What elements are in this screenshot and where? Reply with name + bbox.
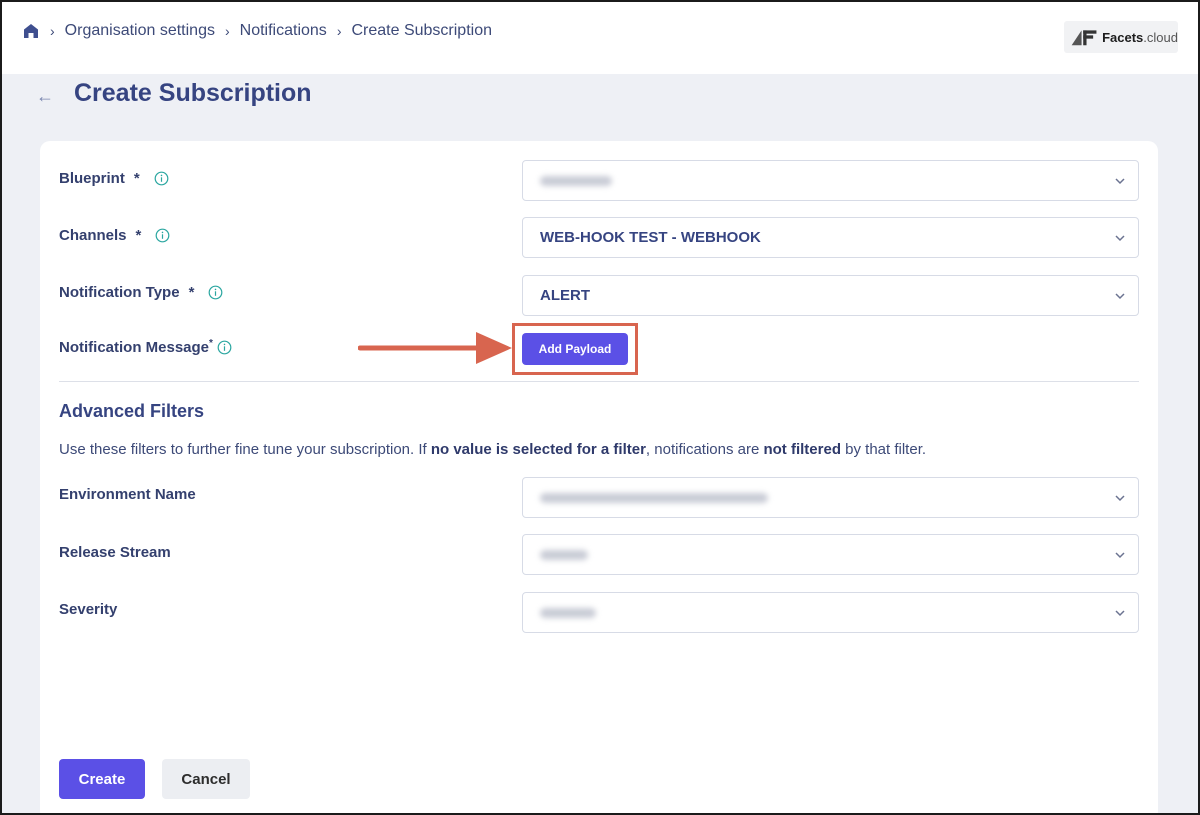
- logo-text: Facets.cloud: [1102, 29, 1178, 45]
- breadcrumb-item-organisation-settings[interactable]: Organisation settings: [65, 22, 215, 40]
- severity-value-blurred: [540, 607, 596, 618]
- advanced-filters-hint: Use these filters to further fine tune y…: [59, 441, 927, 458]
- chevron-down-icon: [1115, 293, 1125, 300]
- advanced-filters-title: Advanced Filters: [59, 401, 205, 421]
- environment-name-select[interactable]: [522, 477, 1139, 518]
- notification-message-label: Notification Message *: [59, 338, 232, 356]
- release-stream-select[interactable]: [522, 534, 1139, 575]
- breadcrumb-item-create-subscription: Create Subscription: [351, 22, 492, 39]
- add-payload-button[interactable]: Add Payload: [522, 333, 628, 365]
- info-icon[interactable]: [155, 228, 170, 243]
- severity-select[interactable]: [522, 592, 1139, 633]
- facets-logo-mark: [1071, 30, 1097, 46]
- chevron-down-icon: [1115, 495, 1125, 502]
- severity-label: Severity: [59, 601, 118, 618]
- environment-name-value-blurred: [540, 492, 768, 503]
- info-icon[interactable]: [208, 285, 223, 300]
- blueprint-select[interactable]: [522, 160, 1139, 201]
- notification-type-value: ALERT: [540, 287, 590, 304]
- blueprint-label: Blueprint *: [59, 170, 169, 187]
- chevron-down-icon: [1115, 235, 1125, 242]
- arrow-left-icon[interactable]: ←: [36, 86, 54, 107]
- environment-name-label: Environment Name: [59, 486, 196, 503]
- home-icon[interactable]: [22, 22, 40, 40]
- divider: [59, 381, 1139, 382]
- channels-select[interactable]: WEB-HOOK TEST - WEBHOOK: [522, 217, 1139, 258]
- chevron-down-icon: [1115, 610, 1125, 617]
- release-stream-value-blurred: [540, 549, 588, 560]
- facets-logo: Facets.cloud: [1064, 21, 1178, 53]
- create-button[interactable]: Create: [59, 759, 145, 799]
- chevron-right-icon: ›: [224, 23, 230, 39]
- page-title: Create Subscription: [74, 79, 312, 107]
- chevron-right-icon: ›: [336, 23, 342, 39]
- notification-type-label: Notification Type *: [59, 284, 223, 301]
- top-bar: › Organisation settings › Notifications …: [0, 0, 1200, 74]
- blueprint-value-blurred: [540, 175, 612, 186]
- channels-label: Channels *: [59, 227, 170, 244]
- release-stream-label: Release Stream: [59, 544, 171, 561]
- breadcrumb-item-notifications[interactable]: Notifications: [240, 22, 327, 40]
- info-icon[interactable]: [217, 340, 232, 355]
- chevron-down-icon: [1115, 178, 1125, 185]
- breadcrumb: › Organisation settings › Notifications …: [22, 20, 492, 42]
- annotation-arrow: [358, 332, 512, 364]
- chevron-down-icon: [1115, 552, 1125, 559]
- channels-value: WEB-HOOK TEST - WEBHOOK: [540, 229, 761, 246]
- cancel-button[interactable]: Cancel: [162, 759, 250, 799]
- chevron-right-icon: ›: [50, 23, 55, 39]
- notification-type-select[interactable]: ALERT: [522, 275, 1139, 316]
- info-icon[interactable]: [154, 171, 169, 186]
